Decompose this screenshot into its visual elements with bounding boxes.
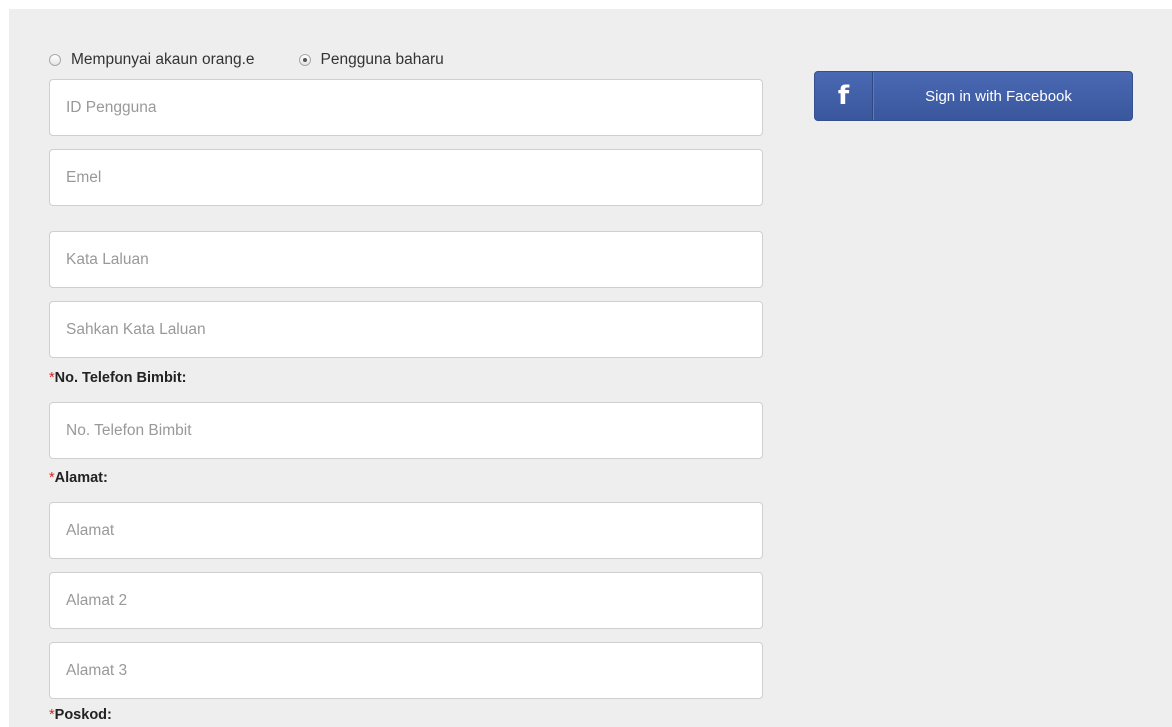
mobile-label: *No. Telefon Bimbit: xyxy=(49,370,187,390)
account-type-selector: Mempunyai akaun orang.e Pengguna baharu xyxy=(49,48,444,72)
user-id-input[interactable] xyxy=(49,79,763,136)
address-label: *Alamat: xyxy=(49,470,108,490)
address-label-text: Alamat: xyxy=(54,470,108,486)
address-input[interactable] xyxy=(49,502,763,559)
postcode-label: *Poskod: xyxy=(49,707,112,727)
facebook-signin-button[interactable]: f Sign in with Facebook xyxy=(814,71,1133,121)
radio-existing-account-circle[interactable] xyxy=(49,54,61,66)
radio-new-user[interactable]: Pengguna baharu xyxy=(298,51,444,69)
radio-new-user-label: Pengguna baharu xyxy=(320,51,444,68)
email-input[interactable] xyxy=(49,149,763,206)
radio-new-user-circle[interactable] xyxy=(298,54,311,66)
confirm-password-input[interactable] xyxy=(49,301,763,358)
radio-existing-account-label: Mempunyai akaun orang.e xyxy=(71,51,255,68)
facebook-icon: f xyxy=(815,72,873,120)
mobile-input[interactable] xyxy=(49,402,763,459)
radio-existing-account[interactable]: Mempunyai akaun orang.e xyxy=(49,51,255,69)
facebook-signin-label: Sign in with Facebook xyxy=(925,87,1072,105)
address-3-input[interactable] xyxy=(49,642,763,699)
mobile-label-text: No. Telefon Bimbit: xyxy=(54,370,187,386)
address-2-input[interactable] xyxy=(49,572,763,629)
postcode-label-text: Poskod: xyxy=(54,707,112,723)
password-input[interactable] xyxy=(49,231,763,288)
